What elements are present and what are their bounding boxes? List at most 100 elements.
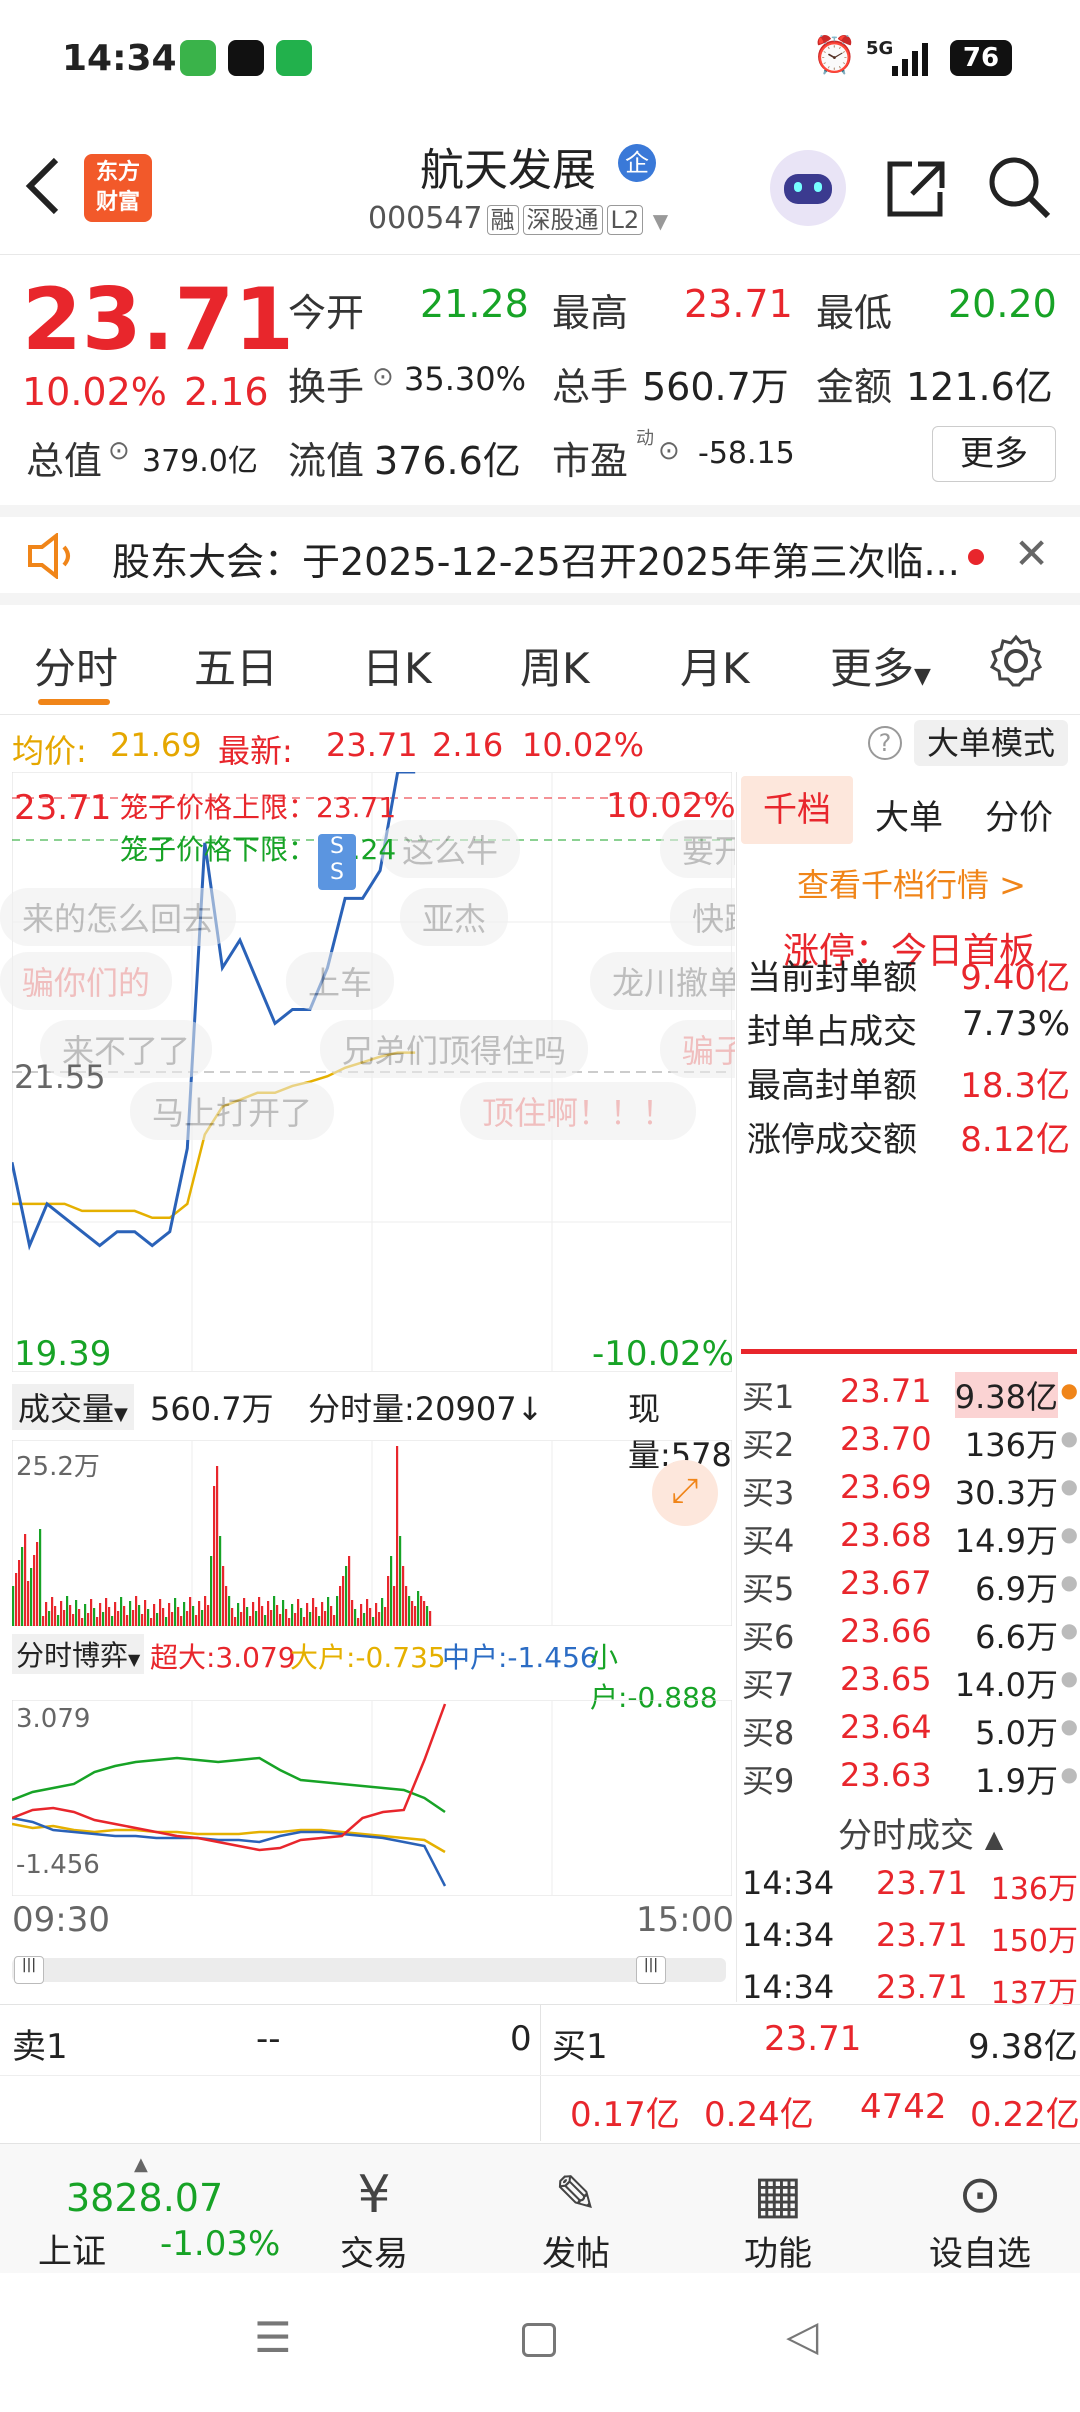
dropdown-icon[interactable]: ▼ [653,209,668,233]
bid-divider [741,1349,1077,1354]
stock-name: 航天发展 [420,145,596,196]
volume-select[interactable]: 成交量▼ [12,1384,134,1430]
ticks-title[interactable]: 分时成交 ▲ [838,1808,1003,1857]
bid-dot: ● [1060,1570,1078,1594]
tab-month-k[interactable]: 月K [680,635,750,696]
nav-trade[interactable]: ¥ 交易 [304,2164,444,2275]
tab-day-k[interactable]: 日K [362,635,432,696]
axis-top-pct: 10.02% [606,786,736,826]
tab-intraday[interactable]: 分时 [34,635,118,696]
summary-val-1: 0.17亿 [570,2095,680,2135]
volume-bar [51,1597,54,1626]
bid-price: 23.67 [840,1564,932,1602]
change-pct: 10.02% [22,370,167,414]
app-logo[interactable]: 东方 财富 [84,154,152,222]
volume-bar [33,1555,36,1626]
side-tab-price[interactable]: 分价 [985,790,1053,839]
tick-time: 14:34 [742,1916,835,1954]
expand-icon[interactable]: ⤢ [652,1460,718,1526]
back-icon[interactable] [22,154,62,218]
volume-bar [63,1610,66,1626]
volume-bar [309,1612,312,1626]
bid-row[interactable]: 买7 23.65 14.0万 ● [740,1660,1080,1708]
bid-row[interactable]: 买9 23.63 1.9万 ● [740,1756,1080,1804]
bid-volume: 6.6万 [975,1618,1058,1656]
bid-row[interactable]: 买5 23.67 6.9万 ● [740,1564,1080,1612]
bid-row[interactable]: 买3 23.69 30.3万 ● [740,1468,1080,1516]
volume-bar [57,1615,60,1626]
tab-more[interactable]: 更多▼ [830,635,931,696]
bid-row[interactable]: 买8 23.64 5.0万 ● [740,1708,1080,1756]
volume-bar [99,1603,102,1626]
open-label: 今开 [288,291,365,335]
flow-small-line [12,1756,446,1814]
bid-row[interactable]: 买6 23.66 6.6万 ● [740,1612,1080,1660]
nav-function[interactable]: ▦ 功能 [708,2164,848,2275]
avg-value: 21.69 [110,726,202,764]
tab-five-day[interactable]: 五日 [194,635,278,696]
depth-link[interactable]: 查看千档行情 > [797,860,1026,906]
share-icon[interactable] [884,156,948,220]
volume-value: 560.7万 [642,365,789,409]
more-button[interactable]: 更多 [932,426,1056,482]
bid-row[interactable]: 买4 23.68 14.9万 ● [740,1516,1080,1564]
volume-bar [249,1616,252,1626]
index-value: 3828.07 [66,2176,224,2220]
bid-row[interactable]: 买2 23.70 136万 ● [740,1420,1080,1468]
bid-volume: 6.9万 [975,1570,1058,1608]
notice-bar[interactable]: 股东大会：于2025-12-25召开2025年第三次临... ✕ [0,505,1080,605]
menu-icon[interactable]: ☰ [254,2313,292,2362]
volume-bar [141,1614,144,1626]
latest-pct: 10.02% [522,726,645,764]
side-tab-depth[interactable]: 千档 [741,776,853,844]
time-scrollbar[interactable]: ||| ||| [12,1956,726,1984]
bid-price: 23.65 [840,1660,932,1698]
volume-bar [228,1596,231,1626]
volume-bar [366,1599,369,1626]
search-icon[interactable] [986,154,1052,220]
volume-bar [198,1601,201,1626]
volume-bar [312,1598,315,1626]
bid-row[interactable]: 买1 23.71 9.38亿 ● [740,1372,1080,1420]
big-order-mode-button[interactable]: 大单模式 [914,720,1068,766]
chart-area[interactable]: 这么牛要开来的怎么回去亚杰快跑骗你们的上车龙川撤单来不了了兄弟们顶得住吗骗子马上… [0,772,736,2002]
volume-bar [174,1598,177,1626]
volume-bar [42,1616,45,1626]
buy1-label: 买1 [552,2027,608,2067]
volume-bar [30,1568,33,1626]
bid-volume: 14.9万 [954,1522,1058,1560]
close-icon[interactable]: ✕ [1014,529,1049,578]
volume-bar [15,1573,18,1626]
home-icon[interactable] [522,2323,556,2357]
danmaku-bubble: 骗子 [660,1020,735,1078]
index-widget[interactable]: ▲ 3828.07 上证 -1.03% [30,2154,290,2272]
info-icon[interactable]: ⊙ [372,362,394,392]
side-tab-big-order[interactable]: 大单 [875,790,943,839]
volume-bar [252,1602,255,1626]
danmaku-bubble: 顶住啊！！！ [460,1082,697,1140]
tick-time: 14:34 [742,1968,835,2006]
settings-icon[interactable] [988,633,1044,689]
scroll-handle-left[interactable]: ||| [14,1956,44,1984]
index-name: 上证 [38,2232,106,2272]
volume-bar [186,1611,189,1626]
volume-bar [96,1617,99,1626]
tab-week-k[interactable]: 周K [520,635,590,696]
system-nav-bar: ☰ ◁ [0,2273,1080,2412]
turnover-value: 35.30% [404,360,527,398]
signal-marker-icon[interactable]: SS [318,834,356,890]
info-icon-2[interactable]: ⊙ [108,436,130,466]
bid-level: 买6 [742,1618,795,1656]
help-icon[interactable]: ? [868,726,902,760]
nav-post[interactable]: ✎ 发帖 [506,2164,646,2275]
nav-add-watch[interactable]: ⊙ 设自选 [910,2164,1050,2275]
back-nav-icon[interactable]: ◁ [786,2311,818,2360]
stat-value: 7.73% [961,1004,1070,1044]
volume-bar [297,1599,300,1626]
robot-assistant-icon[interactable] [770,150,846,226]
bid-level: 买9 [742,1762,795,1800]
scroll-handle-right[interactable]: ||| [636,1956,666,1984]
high-label: 最高 [552,291,629,335]
flow-select[interactable]: 分时博弈▼ [12,1634,145,1674]
info-icon-3[interactable]: ⊙ [658,436,680,466]
